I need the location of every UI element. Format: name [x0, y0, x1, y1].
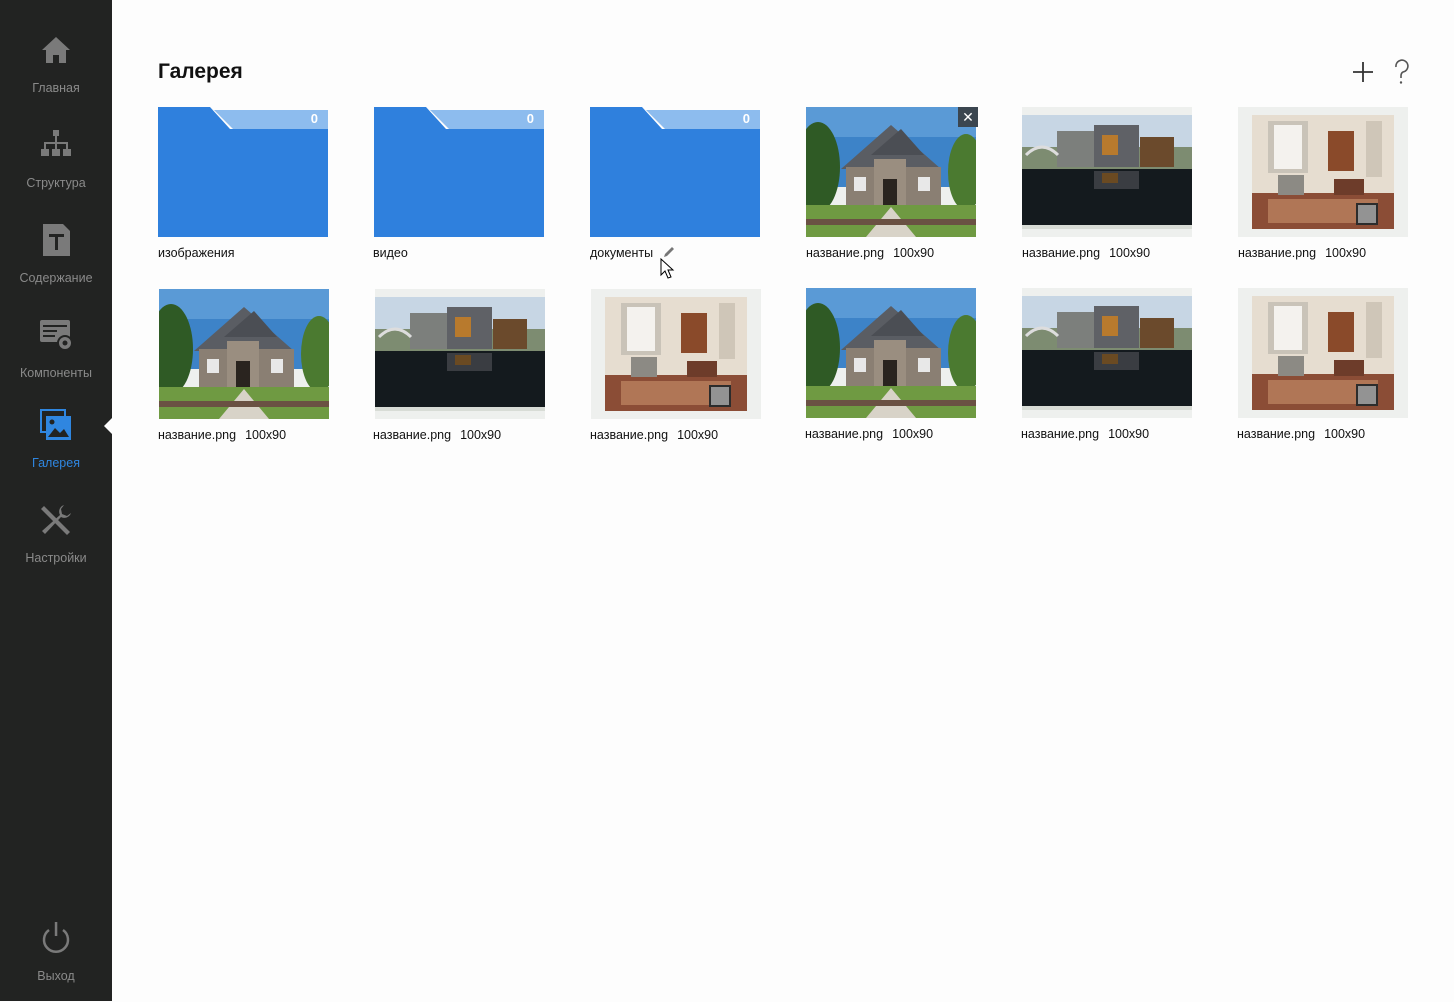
image-filename: название.png — [1237, 427, 1316, 441]
question-icon — [1395, 59, 1409, 84]
image-dimensions: 100x90 — [460, 428, 502, 442]
text-document-icon — [40, 224, 72, 260]
image-dimensions: 100x90 — [245, 428, 287, 442]
sidebar-item-label: Структура — [26, 176, 86, 190]
image-filename: название.png — [590, 428, 669, 442]
page-title: Галерея — [158, 60, 243, 83]
image-thumbnail — [1238, 288, 1408, 418]
image-tile[interactable]: название.png 100x90 — [1237, 288, 1410, 448]
image-filename: название.png — [373, 428, 452, 442]
image-caption: название.png 100x90 — [1237, 427, 1365, 441]
image-tile[interactable]: название.png 100x90 — [1021, 288, 1194, 448]
image-caption: название.png 100x90 — [1238, 246, 1366, 260]
image-thumbnail — [591, 289, 761, 419]
folder-icon: 0 — [374, 107, 544, 237]
logout-label: Выход — [37, 969, 75, 983]
sidebar-item-label: Галерея — [32, 456, 80, 470]
power-icon — [40, 922, 72, 958]
image-caption: название.png 100x90 — [1021, 427, 1149, 441]
sidebar-item-gallery[interactable]: Галерея — [0, 409, 112, 489]
image-dimensions: 100x90 — [892, 427, 934, 441]
image-tile[interactable]: название.png 100x90 — [590, 289, 763, 449]
folder-icon: 0 — [158, 107, 328, 237]
image-filename: название.png — [1022, 246, 1101, 260]
folder-count-badge: 0 — [310, 111, 318, 126]
folder-tile-documents[interactable]: 0 документы — [590, 107, 762, 267]
image-tile[interactable]: название.png 100x90 — [373, 289, 547, 449]
logout-button[interactable]: Выход — [0, 922, 112, 1002]
image-tile[interactable]: ✕ название.png 100x90 — [806, 107, 978, 267]
plus-icon — [1353, 62, 1373, 82]
folder-count-badge: 0 — [742, 111, 750, 126]
folder-name: изображения — [158, 246, 235, 260]
components-gear-icon — [40, 319, 73, 355]
sidebar-item-structure[interactable]: Структура — [0, 129, 112, 209]
image-caption: название.png 100x90 — [805, 427, 933, 441]
image-thumbnail — [1238, 107, 1408, 237]
folder-name: видео — [373, 246, 408, 260]
mouse-cursor-icon — [660, 258, 675, 279]
sidebar-item-label: Настройки — [25, 551, 87, 565]
image-thumbnail — [806, 288, 976, 418]
image-filename: название.png — [158, 428, 237, 442]
image-dimensions: 100x90 — [1325, 246, 1367, 260]
image-thumbnail — [375, 289, 545, 419]
folder-icon: 0 — [590, 107, 760, 237]
sidebar-item-label: Главная — [32, 81, 80, 95]
gallery-icon — [40, 409, 72, 445]
sidebar-item-label: Содержание — [19, 271, 93, 285]
image-caption: название.png 100x90 — [1022, 246, 1150, 260]
folder-tile-images[interactable]: 0 изображения — [158, 107, 330, 267]
image-filename: название.png — [1238, 246, 1317, 260]
image-dimensions: 100x90 — [677, 428, 719, 442]
image-caption: название.png 100x90 — [158, 428, 286, 442]
image-caption: название.png 100x90 — [806, 246, 934, 260]
image-tile[interactable]: название.png 100x90 — [805, 288, 978, 448]
tools-icon — [40, 504, 72, 540]
image-dimensions: 100x90 — [1109, 246, 1151, 260]
edit-pencil-icon[interactable] — [662, 245, 676, 259]
sidebar: Главная Структура Содержание Компоненты … — [0, 0, 112, 1001]
image-dimensions: 100x90 — [893, 246, 935, 260]
active-indicator — [104, 418, 112, 434]
sidebar-item-components[interactable]: Компоненты — [0, 319, 112, 399]
image-tile[interactable]: название.png 100x90 — [158, 289, 331, 449]
folder-count-badge: 0 — [526, 111, 534, 126]
image-caption: название.png 100x90 — [590, 428, 718, 442]
image-thumbnail — [159, 289, 329, 419]
sidebar-item-content[interactable]: Содержание — [0, 224, 112, 304]
add-button[interactable] — [1349, 58, 1377, 86]
image-tile[interactable]: название.png 100x90 — [1238, 107, 1410, 267]
sidebar-item-settings[interactable]: Настройки — [0, 504, 112, 584]
folder-tile-video[interactable]: 0 видео — [373, 107, 546, 267]
help-button[interactable] — [1388, 58, 1416, 86]
image-tile[interactable]: название.png 100x90 — [1022, 107, 1194, 267]
image-filename: название.png — [806, 246, 885, 260]
folder-name: документы — [590, 246, 654, 260]
home-icon — [40, 34, 72, 70]
sidebar-item-label: Компоненты — [19, 366, 92, 380]
image-caption: название.png 100x90 — [373, 428, 501, 442]
image-filename: название.png — [1021, 427, 1100, 441]
structure-icon — [40, 129, 72, 165]
image-thumbnail — [1022, 288, 1192, 418]
image-thumbnail — [1022, 107, 1192, 237]
sidebar-item-home[interactable]: Главная — [0, 34, 112, 114]
image-dimensions: 100x90 — [1108, 427, 1150, 441]
delete-image-button[interactable]: ✕ — [958, 107, 978, 127]
image-dimensions: 100x90 — [1324, 427, 1366, 441]
image-thumbnail — [806, 107, 976, 237]
image-filename: название.png — [805, 427, 884, 441]
